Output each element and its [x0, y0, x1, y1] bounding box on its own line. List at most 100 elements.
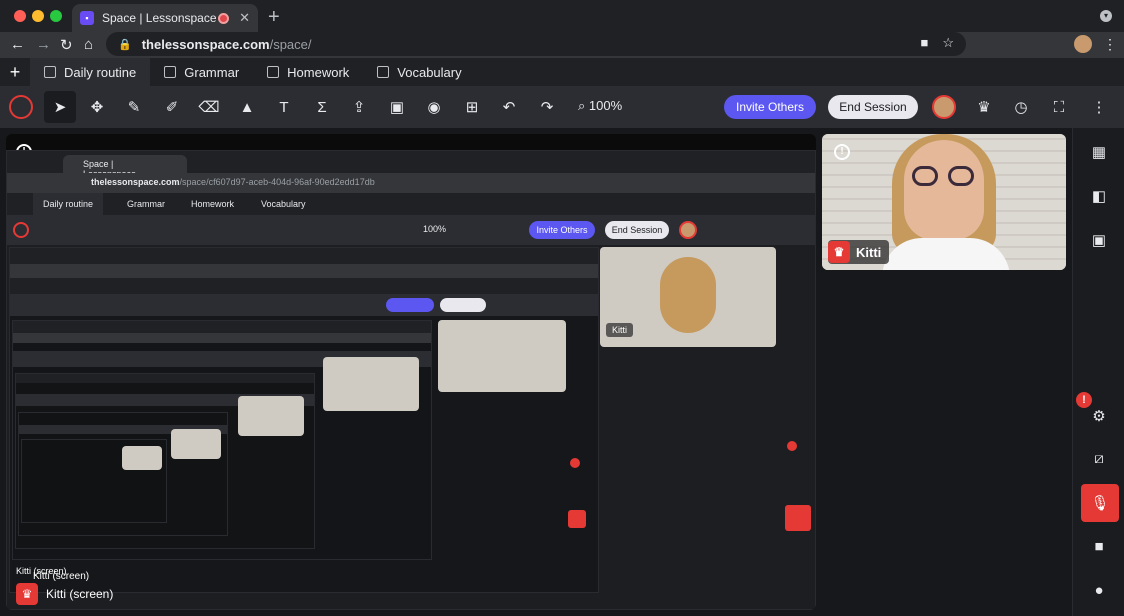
move-tool-icon[interactable]: ✥: [81, 91, 113, 123]
alert-icon[interactable]: !: [834, 144, 850, 160]
nested-2-tabs: [10, 278, 598, 294]
nested-mic-off: [785, 505, 811, 531]
nested-tab-homework: Homework: [191, 199, 235, 209]
maximize-window-button[interactable]: [50, 10, 62, 22]
text-tool-icon[interactable]: T: [268, 91, 300, 123]
image-tool-icon[interactable]: ▣: [381, 91, 413, 123]
table-tool-icon[interactable]: ⊞: [456, 91, 488, 123]
user-avatar[interactable]: [932, 95, 956, 119]
document-icon: [377, 66, 390, 78]
nested-url-path: /space/cf607d97-aceb-404d-96af-90ed2edd1…: [179, 177, 375, 187]
glasses-right: [948, 166, 974, 186]
camera-icon[interactable]: ■: [1087, 534, 1111, 558]
upload-tool-icon[interactable]: ⇪: [343, 91, 375, 123]
shapes-tool-icon[interactable]: ▲: [231, 91, 263, 123]
select-tool-icon[interactable]: ➤: [44, 91, 76, 123]
nested-2-toolbar: [10, 294, 598, 316]
tab-search-icon[interactable]: ▾: [1100, 10, 1112, 22]
add-tab-button[interactable]: +: [0, 62, 30, 83]
tab-label: Homework: [287, 64, 350, 80]
tab-title: Space | Lessonspace: [102, 11, 217, 25]
participant-face: [904, 140, 984, 240]
tab-label: Daily routine: [64, 64, 137, 80]
nested-2-title: [10, 248, 598, 264]
pen-tool-icon[interactable]: ✎: [118, 91, 150, 123]
nested-url-host: thelessonspace.com: [91, 177, 180, 187]
home-icon[interactable]: ⌂: [84, 36, 93, 53]
nested-video-name: Kitti: [606, 323, 634, 337]
highlighter-tool-icon[interactable]: ✐: [156, 91, 188, 123]
snapshot-tool-icon[interactable]: ◉: [418, 91, 450, 123]
nested-address-bar: thelessonspace.com/space/cf607d97-aceb-4…: [7, 173, 815, 193]
reload-icon[interactable]: ↻: [60, 36, 73, 54]
tab-daily-routine[interactable]: Daily routine: [30, 58, 151, 86]
crown-icon[interactable]: ♛: [968, 91, 1000, 123]
nested-3-title: [13, 321, 431, 333]
workspace-canvas[interactable]: ! Space | Lessonspace thelessonspace.com…: [0, 128, 1124, 616]
tab-label: Vocabulary: [397, 64, 462, 80]
nested-screen-label-2: Kitti (screen): [33, 571, 90, 582]
lock-icon[interactable]: 🔒: [118, 38, 132, 51]
bookmark-star-icon[interactable]: ☆: [942, 35, 954, 51]
nested-3-video: [323, 357, 419, 411]
tab-close-icon[interactable]: ✕: [239, 10, 250, 26]
browser-menu-icon[interactable]: ⋮: [1103, 36, 1117, 53]
participant-video-tile[interactable]: ! ♛ Kitti: [822, 134, 1066, 270]
participant-name: Kitti: [856, 244, 882, 260]
redo-icon[interactable]: ↷: [531, 91, 563, 123]
nested-invite: Invite Others: [529, 221, 595, 239]
invite-others-button[interactable]: Invite Others: [724, 95, 816, 119]
nested-5-video: [171, 429, 221, 459]
math-tool-icon[interactable]: Σ: [306, 91, 338, 123]
zoom-control[interactable]: ⌕ 100%: [578, 98, 622, 114]
nested-2-end: [440, 298, 486, 312]
microphone-muted-button[interactable]: 🎙: [1081, 484, 1119, 522]
eraser-tool-icon[interactable]: ⌫: [193, 91, 225, 123]
undo-icon[interactable]: ↶: [493, 91, 525, 123]
nested-video-tile: Kitti: [600, 247, 776, 347]
nested-tab-daily: Daily routine: [33, 193, 104, 215]
nested-2-address: [10, 264, 598, 278]
nested-url: thelessonspace.com/space/cf607d97-aceb-4…: [91, 177, 375, 187]
side-panel-layout-icon[interactable]: ◧: [1087, 184, 1111, 208]
nested-screen-capture: Space | Lessonspace thelessonspace.com/s…: [6, 150, 816, 610]
zoom-icon: ⌕: [578, 98, 586, 113]
pip-layout-icon[interactable]: ▣: [1087, 228, 1111, 252]
crown-icon: ♛: [828, 241, 850, 263]
nested-2-mic-off: [568, 510, 586, 528]
tab-homework[interactable]: Homework: [253, 58, 363, 86]
nested-alert-dot: [787, 441, 797, 451]
camera-in-use-icon[interactable]: ■: [920, 35, 928, 51]
nested-6-video: [122, 446, 162, 470]
minimize-window-button[interactable]: [32, 10, 44, 22]
tab-vocabulary[interactable]: Vocabulary: [363, 58, 475, 86]
lessonspace-favicon-icon: ▪: [80, 11, 94, 25]
tab-grammar[interactable]: Grammar: [150, 58, 253, 86]
forward-icon[interactable]: →: [36, 36, 51, 53]
fullscreen-icon[interactable]: ⛶: [1043, 91, 1075, 123]
nested-screen-capture-3: [12, 320, 432, 560]
timer-icon[interactable]: ◷: [1005, 91, 1037, 123]
screen-share-tile[interactable]: ! Space | Lessonspace thelessonspace.com…: [6, 134, 816, 610]
color-picker-button[interactable]: [9, 95, 33, 119]
chat-icon[interactable]: ●: [1087, 578, 1111, 602]
screen-share-name: Kitti (screen): [46, 587, 114, 601]
end-session-button[interactable]: End Session: [828, 95, 918, 119]
nested-screen-capture-4: [15, 373, 315, 549]
close-window-button[interactable]: [14, 10, 26, 22]
nested-end-session: End Session: [605, 221, 669, 239]
back-icon[interactable]: ←: [10, 36, 25, 53]
browser-tab[interactable]: ▪ Space | Lessonspace ✕: [72, 4, 258, 32]
more-options-icon[interactable]: ⋮: [1083, 91, 1115, 123]
document-icon: [164, 66, 177, 78]
address-bar-row: ← → ↻ ⌂ 🔒 thelessonspace.com/space/ ■ ☆ …: [0, 32, 1124, 58]
nested-2-invite: [386, 298, 434, 312]
profile-avatar[interactable]: [1074, 35, 1092, 53]
document-tabs: + Daily routine Grammar Homework Vocabul…: [0, 58, 1124, 86]
nested-avatar: [679, 221, 697, 239]
new-tab-button[interactable]: +: [268, 6, 280, 29]
stop-screen-share-icon[interactable]: ⧄: [1087, 446, 1111, 470]
grid-layout-icon[interactable]: ▦: [1087, 140, 1111, 164]
url-bar[interactable]: 🔒 thelessonspace.com/space/ ■ ☆: [106, 32, 966, 56]
settings-icon[interactable]: ⚙: [1087, 404, 1111, 428]
